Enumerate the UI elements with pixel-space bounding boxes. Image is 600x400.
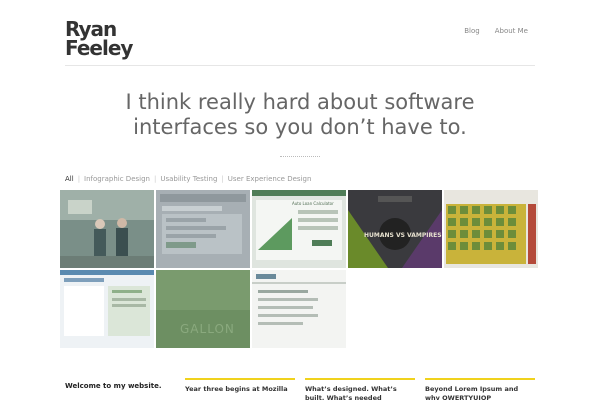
gallon-image	[156, 270, 250, 348]
post-card[interactable]: What’s designed. What’s built. What’s ne…	[305, 378, 415, 400]
people-photo-image	[60, 190, 154, 268]
post-title: What’s designed. What’s built. What’s ne…	[305, 385, 397, 400]
portfolio-thumb-loan-calculator[interactable]: Auto Loan Calculator	[252, 190, 346, 268]
portfolio-filters: All | Infographic Design | Usability Tes…	[65, 175, 311, 183]
filter-user-experience-design[interactable]: User Experience Design	[228, 175, 312, 183]
portfolio-thumb-gallon[interactable]: GALLON	[156, 270, 250, 348]
filter-separator: |	[221, 175, 224, 183]
portfolio-thumb-list-page[interactable]	[252, 270, 346, 348]
portfolio-thumb-spreadsheet-grid[interactable]	[444, 190, 538, 268]
portfolio-thumb-product-page[interactable]	[60, 270, 154, 348]
site-logo[interactable]: Ryan Feeley	[65, 19, 133, 60]
tagline-line-1: I think really hard about software	[125, 90, 475, 114]
filter-all[interactable]: All	[65, 175, 74, 183]
post-card[interactable]: Year three begins at Mozilla	[185, 378, 295, 394]
top-nav: Blog About Me	[464, 27, 528, 35]
post-title: Year three begins at Mozilla	[185, 385, 288, 393]
product-page-image	[60, 270, 154, 348]
loan-calculator-caption: Auto Loan Calculator	[292, 201, 334, 206]
filter-usability-testing[interactable]: Usability Testing	[160, 175, 217, 183]
tagline-line-2: interfaces so you don’t have to.	[133, 115, 467, 139]
list-page-image	[252, 270, 346, 348]
spreadsheet-grid-image	[444, 190, 538, 268]
portfolio-thumb-humans-vampires[interactable]: HUMANS VS VAMPIRES	[348, 190, 442, 268]
humans-vampires-image	[348, 190, 442, 268]
welcome-heading: Welcome to my website.	[65, 382, 162, 390]
humans-vampires-caption: HUMANS VS VAMPIRES	[364, 232, 442, 239]
header-divider	[65, 65, 535, 66]
logo-line-2: Feeley	[65, 36, 133, 60]
filter-separator: |	[77, 175, 81, 183]
filter-infographic-design[interactable]: Infographic Design	[84, 175, 150, 183]
portfolio-thumb-web-form[interactable]	[156, 190, 250, 268]
web-form-image	[156, 190, 250, 268]
filter-separator: |	[153, 175, 157, 183]
page-tagline: I think really hard about software inter…	[0, 90, 600, 140]
gallon-caption: GALLON	[180, 322, 235, 336]
post-card[interactable]: Beyond Lorem Ipsum and why QWERTYUIOP AS…	[425, 378, 535, 400]
post-title: Beyond Lorem Ipsum and why QWERTYUIOP AS…	[425, 385, 519, 400]
portfolio-thumb-people-photo[interactable]	[60, 190, 154, 268]
dotted-divider	[280, 156, 320, 157]
nav-link-blog[interactable]: Blog	[464, 27, 479, 35]
nav-link-about-me[interactable]: About Me	[495, 27, 528, 35]
